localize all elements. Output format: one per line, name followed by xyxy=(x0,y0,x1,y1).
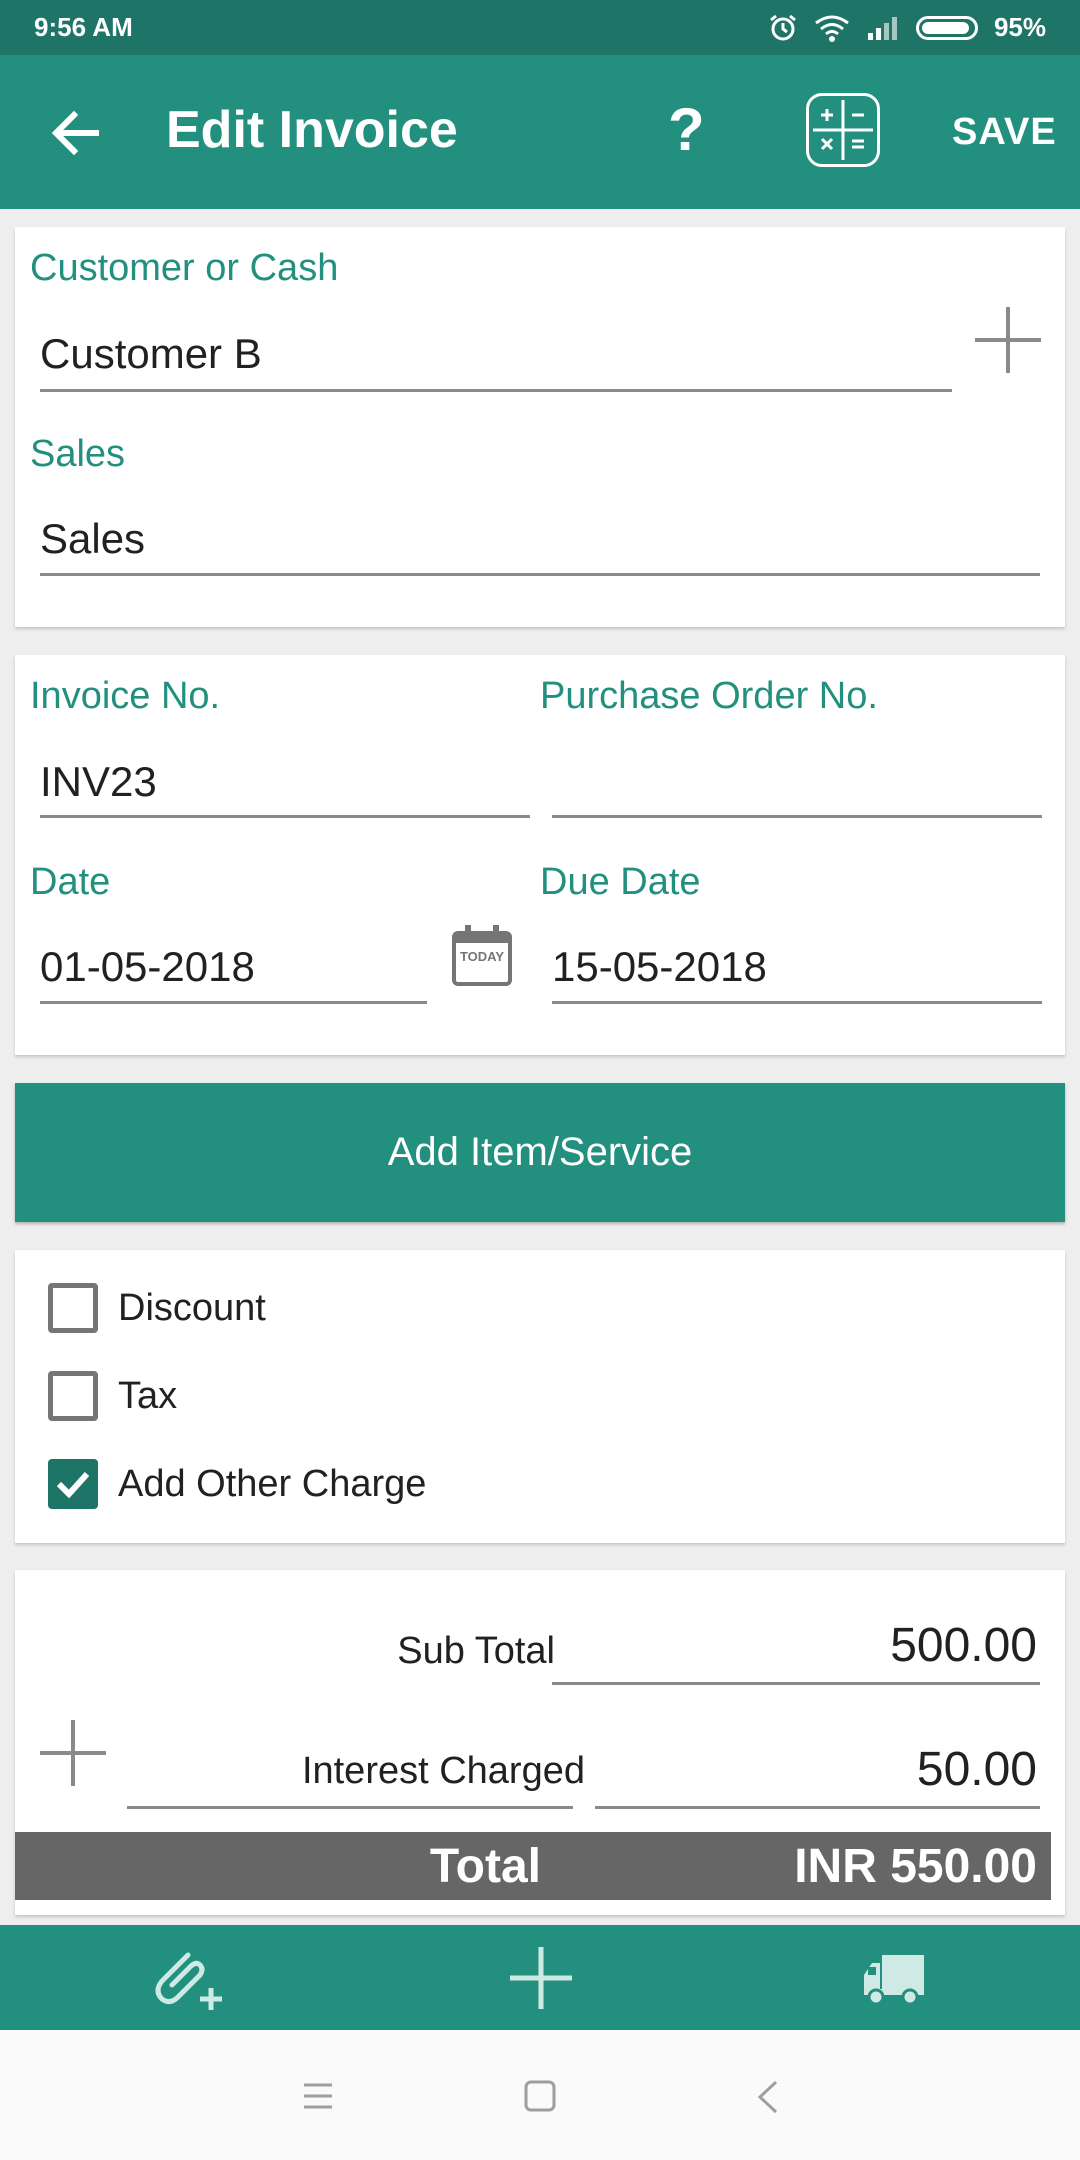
battery-icon xyxy=(915,15,978,40)
status-time: 9:56 AM xyxy=(34,12,133,42)
add-customer-icon[interactable] xyxy=(975,307,1041,373)
other-charge-checkbox[interactable] xyxy=(48,1459,98,1509)
customer-underline xyxy=(40,389,952,392)
discount-checkbox[interactable] xyxy=(48,1283,98,1333)
invoice-no-field[interactable]: INV23 xyxy=(40,758,157,806)
system-nav-bar xyxy=(0,2030,1080,2160)
total-value: INR 550.00 xyxy=(794,1840,1037,1893)
wifi-icon xyxy=(815,15,849,42)
sales-label: Sales xyxy=(30,433,126,475)
due-date-underline xyxy=(552,1001,1042,1004)
back-icon[interactable] xyxy=(756,2080,780,2114)
battery-percent: 95% xyxy=(993,12,1046,42)
help-button[interactable]: ? xyxy=(668,95,705,164)
calculator-glyph xyxy=(813,100,873,160)
total-label: Total xyxy=(429,1840,541,1893)
attach-add-icon[interactable] xyxy=(150,1947,226,2013)
app-bar: Edit Invoice ? SAVE xyxy=(0,55,1080,209)
today-calendar-icon[interactable]: TODAY xyxy=(451,923,513,987)
bottom-action-bar xyxy=(0,1925,1080,2030)
tax-option[interactable]: Tax xyxy=(48,1371,177,1421)
options-card: Discount Tax Add Other Charge xyxy=(15,1250,1065,1543)
sales-underline xyxy=(40,573,1040,576)
checkmark-icon xyxy=(56,1471,90,1499)
other-charge-amount-underline xyxy=(595,1806,1040,1809)
po-label: Purchase Order No. xyxy=(540,675,878,717)
save-button[interactable]: SAVE xyxy=(952,111,1057,154)
plus-icon[interactable] xyxy=(508,1945,574,2011)
page-title: Edit Invoice xyxy=(166,101,458,159)
subtotal-underline xyxy=(552,1682,1040,1685)
today-text: TODAY xyxy=(460,949,504,964)
invoice-no-label: Invoice No. xyxy=(30,675,221,717)
customer-card: Customer or Cash Customer B Sales Sales xyxy=(15,227,1065,627)
date-field[interactable]: 01-05-2018 xyxy=(40,943,255,991)
home-icon[interactable] xyxy=(524,2080,556,2112)
battery-level xyxy=(921,21,970,34)
other-charge-label: Add Other Charge xyxy=(118,1462,427,1505)
other-charge-amount-field[interactable]: 50.00 xyxy=(917,1742,1037,1797)
invoice-details-card: Invoice No. INV23 Purchase Order No. Dat… xyxy=(15,655,1065,1055)
total-bar: Total INR 550.00 xyxy=(15,1832,1051,1900)
invoice-no-underline xyxy=(40,815,530,818)
subtotal-label: Sub Total xyxy=(397,1630,555,1672)
tax-label: Tax xyxy=(118,1374,178,1417)
other-charge-name-underline xyxy=(127,1806,573,1809)
status-icons: 95% xyxy=(768,12,1046,43)
other-charge-name-field[interactable]: Interest Charged xyxy=(302,1750,585,1793)
customer-label: Customer or Cash xyxy=(30,247,339,289)
signal-icon xyxy=(867,16,897,40)
date-label: Date xyxy=(30,861,111,903)
other-charge-option[interactable]: Add Other Charge xyxy=(48,1459,426,1509)
alarm-icon xyxy=(770,14,796,40)
calculator-icon[interactable] xyxy=(806,93,880,167)
due-date-label: Due Date xyxy=(540,861,701,903)
sales-field[interactable]: Sales xyxy=(40,515,145,563)
menu-icon[interactable] xyxy=(302,2082,334,2110)
date-underline xyxy=(40,1001,427,1004)
add-charge-icon[interactable] xyxy=(40,1720,106,1786)
due-date-field[interactable]: 15-05-2018 xyxy=(552,943,767,991)
status-bar: 9:56 AM 95% xyxy=(0,0,1080,55)
discount-option[interactable]: Discount xyxy=(48,1283,266,1333)
tax-checkbox[interactable] xyxy=(48,1371,98,1421)
back-arrow-icon[interactable] xyxy=(48,105,104,161)
po-underline xyxy=(552,815,1042,818)
subtotal-value: 500.00 xyxy=(890,1619,1037,1672)
truck-icon[interactable] xyxy=(862,1953,926,2005)
customer-field[interactable]: Customer B xyxy=(40,330,262,378)
add-item-button[interactable]: Add Item/Service xyxy=(15,1083,1065,1222)
discount-label: Discount xyxy=(118,1286,266,1329)
calendar-glyph: TODAY xyxy=(452,925,512,986)
